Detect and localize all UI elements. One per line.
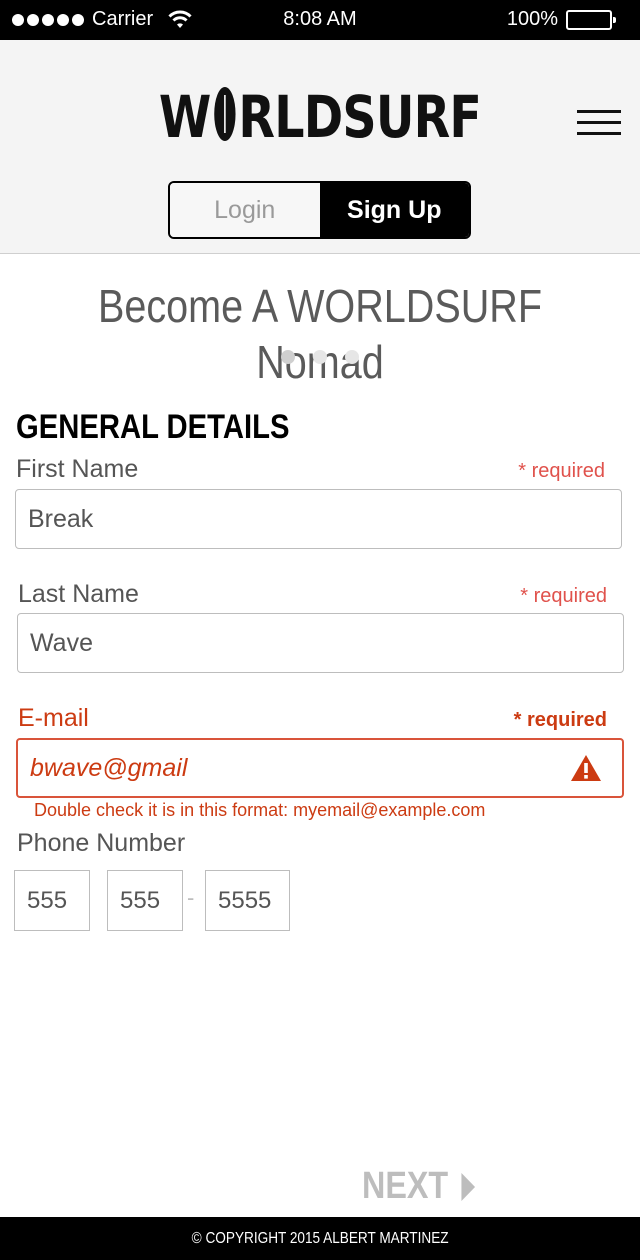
first-name-required: * required — [518, 460, 605, 482]
status-right: 100% — [506, 8, 616, 31]
page-title: Become A WORLDSURF Nomad — [97, 280, 543, 388]
phone-separator: - — [187, 885, 195, 910]
phone-line-input[interactable]: 5555 — [205, 870, 290, 931]
warning-icon — [571, 755, 601, 781]
phone-prefix-input[interactable]: 555 — [107, 870, 183, 931]
hamburger-menu-icon[interactable] — [577, 110, 621, 136]
page-dot-2[interactable] — [313, 350, 327, 364]
page-dot-1[interactable] — [281, 350, 295, 364]
worldsurf-logo[interactable]: W RLDSURF — [58, 82, 583, 152]
status-bar: Carrier 8:08 AM 100% — [0, 0, 640, 40]
surfboard-icon — [213, 87, 236, 141]
copyright-text: © COPYRIGHT 2015 ALBERT MARTINEZ — [191, 1229, 449, 1247]
next-button[interactable]: NEXT — [362, 1165, 476, 1208]
email-label: E-mail — [18, 704, 89, 732]
first-name-label: First Name — [16, 455, 139, 483]
page-indicator — [0, 350, 640, 364]
last-name-required: * required — [520, 585, 607, 607]
email-input[interactable]: bwave@gmail — [16, 738, 624, 798]
email-input-value: bwave@gmail — [30, 753, 188, 782]
auth-toggle: Login Sign Up — [168, 181, 471, 239]
phone-label: Phone Number — [17, 829, 186, 857]
last-name-input[interactable]: Wave — [17, 613, 624, 673]
app-header: W RLDSURF Login Sign Up — [0, 40, 640, 254]
section-title: GENERAL DETAILS — [16, 408, 290, 446]
logo-text-right: RLDSURF — [238, 83, 482, 151]
logo-text-left: W — [158, 83, 211, 151]
email-required: * required — [513, 709, 607, 731]
page-dot-3[interactable] — [345, 350, 359, 364]
battery-icon — [566, 9, 616, 30]
first-name-input[interactable]: Break — [15, 489, 622, 549]
footer: © COPYRIGHT 2015 ALBERT MARTINEZ — [0, 1217, 640, 1260]
email-error-message: Double check it is in this format: myema… — [34, 800, 486, 820]
arrow-right-icon — [461, 1172, 476, 1201]
next-label: NEXT — [362, 1165, 449, 1207]
tab-login[interactable]: Login — [170, 183, 320, 237]
last-name-label: Last Name — [18, 580, 139, 608]
tab-signup[interactable]: Sign Up — [319, 183, 469, 237]
phone-area-code-input[interactable]: 555 — [14, 870, 90, 931]
battery-percent: 100% — [506, 8, 558, 30]
